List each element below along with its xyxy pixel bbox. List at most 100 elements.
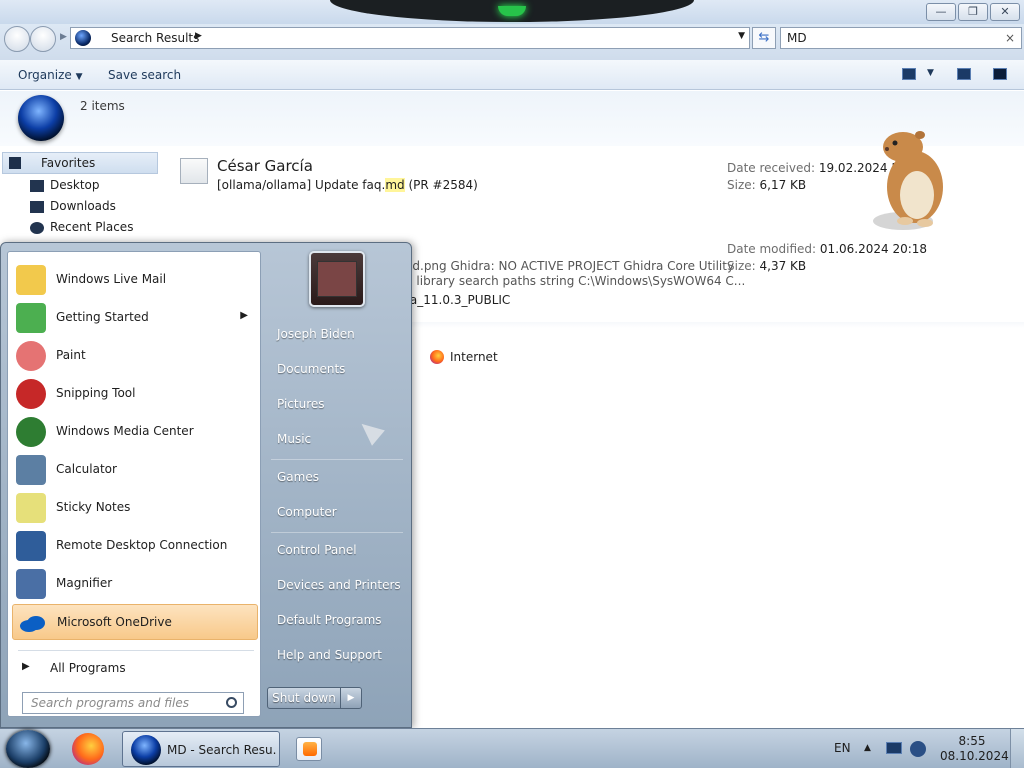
taskbar-explorer-window[interactable]: MD - Search Resu... <box>122 731 280 767</box>
start-music[interactable]: Music <box>277 432 311 446</box>
nav-item-label: Recent Places <box>50 220 134 234</box>
program-getting-started[interactable]: Getting Started ▶ <box>12 300 258 336</box>
maximize-button[interactable]: ❐ <box>958 3 988 21</box>
hamster-desktop-pet[interactable] <box>865 125 955 235</box>
start-help-support[interactable]: Help and Support <box>277 648 382 662</box>
result-snippet-1: ed.png Ghidra: NO ACTIVE PROJECT Ghidra … <box>405 259 735 273</box>
command-bar: Organize ▼ Save search ▼ <box>0 60 1024 90</box>
search-results-icon <box>131 735 161 765</box>
all-programs-arrow-icon: ▶ <box>22 661 30 672</box>
sticky-notes-icon <box>16 493 46 523</box>
program-label: Magnifier <box>56 576 113 590</box>
program-windows-live-mail[interactable]: Windows Live Mail <box>12 262 258 298</box>
change-view-icon[interactable] <box>902 68 916 80</box>
favorites-star-icon <box>9 157 21 169</box>
clock-date: 08.10.2024 <box>940 749 1009 763</box>
start-search-input[interactable]: Search programs and files <box>22 692 244 714</box>
program-label: Sticky Notes <box>56 500 131 514</box>
mail-icon <box>180 158 208 184</box>
clear-search-icon[interactable]: × <box>1005 31 1015 45</box>
address-dropdown-icon[interactable]: ▼ <box>738 31 745 41</box>
program-label: Microsoft OneDrive <box>57 615 172 629</box>
search-value: MD <box>787 31 807 45</box>
nav-item-label: Downloads <box>50 199 116 213</box>
meta-value: 4,37 KB <box>759 259 807 273</box>
forward-button[interactable] <box>30 26 56 52</box>
start-documents[interactable]: Documents <box>277 362 345 376</box>
media-player-taskbar-icon[interactable] <box>296 737 322 761</box>
firefox-taskbar-icon[interactable] <box>72 733 104 765</box>
navigation-pane: Favorites Desktop Downloads Recent Place… <box>0 150 160 250</box>
show-desktop-button[interactable] <box>1010 729 1024 768</box>
meta-key: Date modified: <box>727 242 817 256</box>
meta-value: 01.06.2024 20:18 <box>819 242 928 256</box>
clock[interactable]: 8:55 08.10.2024 <box>940 734 1009 764</box>
remote-desktop-icon <box>16 531 46 561</box>
start-devices-printers[interactable]: Devices and Printers <box>277 578 401 592</box>
result-snippet-3: ra_11.0.3_PUBLIC <box>405 293 511 307</box>
program-paint[interactable]: Paint <box>12 338 258 374</box>
program-label: Windows Live Mail <box>56 272 167 286</box>
recent-pages-arrow-icon[interactable]: ▶ <box>60 32 67 42</box>
minimize-button[interactable]: — <box>926 3 956 21</box>
meta-value: 6,17 KB <box>759 178 807 192</box>
program-calculator[interactable]: Calculator <box>12 452 258 488</box>
getting-started-icon <box>16 303 46 333</box>
program-windows-media-center[interactable]: Windows Media Center <box>12 414 258 450</box>
program-snipping-tool[interactable]: Snipping Tool <box>12 376 258 412</box>
organize-menu[interactable]: Organize ▼ <box>18 68 83 82</box>
language-indicator[interactable]: EN <box>834 741 851 755</box>
submenu-arrow-icon[interactable]: ▶ <box>240 310 248 321</box>
program-microsoft-onedrive[interactable]: Microsoft OneDrive <box>12 604 258 640</box>
search-icon <box>226 697 237 708</box>
start-computer[interactable]: Computer <box>277 505 337 519</box>
meta-key: Size: <box>727 259 756 273</box>
show-hidden-icons-icon[interactable]: ▲ <box>864 743 871 753</box>
result-size: Size: 4,37 KB <box>727 259 806 273</box>
start-control-panel[interactable]: Control Panel <box>277 543 357 557</box>
user-avatar <box>317 261 357 297</box>
subject-text-end: (PR #2584) <box>404 178 478 192</box>
start-pictures[interactable]: Pictures <box>277 397 325 411</box>
live-mail-icon <box>16 265 46 295</box>
start-default-programs[interactable]: Default Programs <box>277 613 382 627</box>
start-games[interactable]: Games <box>277 470 319 484</box>
preview-pane-icon[interactable] <box>957 68 971 80</box>
magnifier-icon <box>16 569 46 599</box>
program-label: Windows Media Center <box>56 424 194 438</box>
all-programs-label: All Programs <box>50 661 126 675</box>
media-center-icon <box>16 417 46 447</box>
divider <box>271 459 403 460</box>
user-picture[interactable] <box>309 251 365 307</box>
help-icon[interactable] <box>993 68 1007 80</box>
firefox-icon <box>430 350 444 364</box>
address-bar[interactable]: Search Results ▶ ▼ <box>70 27 750 49</box>
nav-favorites[interactable]: Favorites <box>2 152 158 174</box>
save-search-button[interactable]: Save search <box>108 68 181 82</box>
meta-key: Date received: <box>727 161 816 175</box>
view-options-dropdown-icon[interactable]: ▼ <box>927 68 934 78</box>
result-title: César García <box>217 157 313 175</box>
breadcrumb-search-results[interactable]: Search Results <box>111 31 199 45</box>
action-center-icon[interactable] <box>886 742 902 754</box>
breadcrumb-arrow-icon[interactable]: ▶ <box>195 31 202 41</box>
paint-icon <box>16 341 46 371</box>
shutdown-options-arrow-icon[interactable]: ▶ <box>340 687 362 709</box>
volume-icon[interactable] <box>910 741 926 757</box>
start-button[interactable] <box>6 730 50 768</box>
back-button[interactable] <box>4 26 30 52</box>
snipping-tool-icon <box>16 379 46 409</box>
program-sticky-notes[interactable]: Sticky Notes <box>12 490 258 526</box>
desktop-icon <box>30 180 44 192</box>
all-programs-button[interactable]: ▶ All Programs <box>18 657 254 679</box>
widget-light <box>498 6 526 16</box>
close-button[interactable]: ✕ <box>990 3 1020 21</box>
program-label: Calculator <box>56 462 117 476</box>
shutdown-button[interactable]: Shut down <box>267 687 341 709</box>
refresh-button[interactable]: ⇆ <box>752 27 776 49</box>
search-input[interactable]: MD × <box>780 27 1022 49</box>
start-user-name[interactable]: Joseph Biden <box>277 327 355 341</box>
subject-text: [ollama/ollama] Update faq. <box>217 178 386 192</box>
program-magnifier[interactable]: Magnifier <box>12 566 258 602</box>
program-remote-desktop[interactable]: Remote Desktop Connection <box>12 528 258 564</box>
